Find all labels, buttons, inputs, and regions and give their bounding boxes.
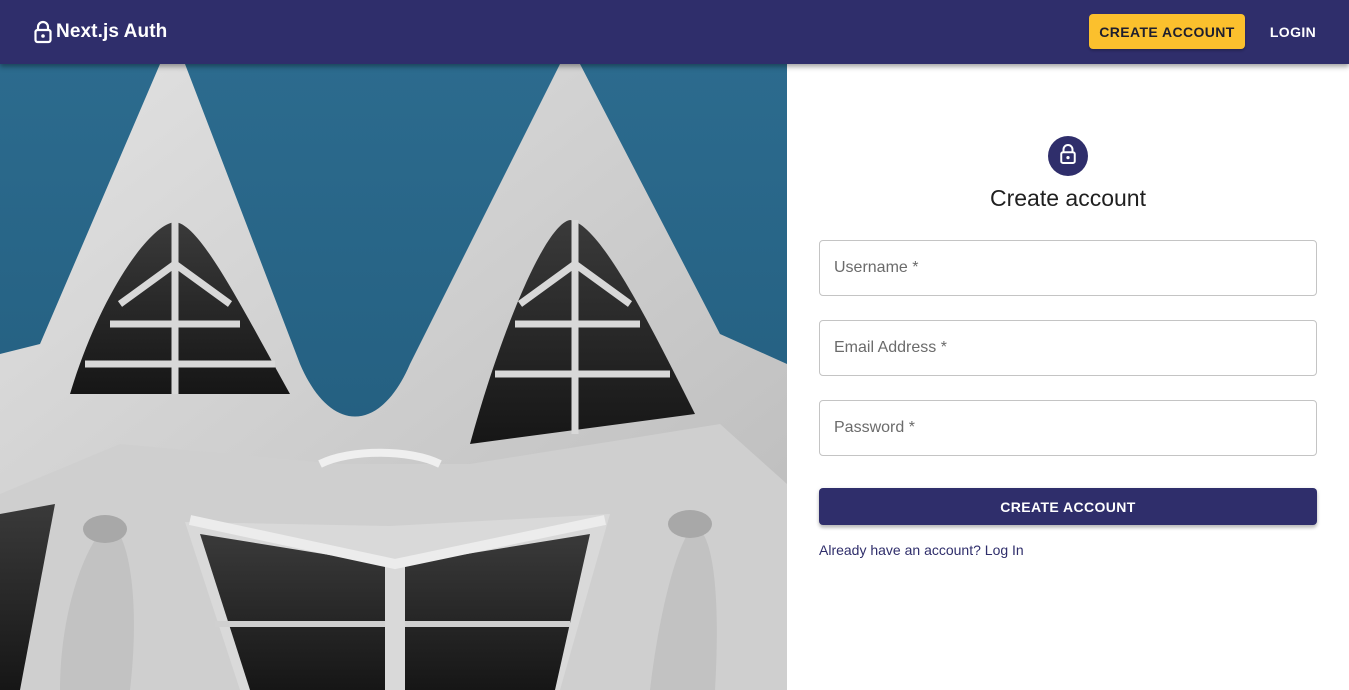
login-link[interactable]: Already have an account? Log In <box>819 542 1024 558</box>
lock-avatar <box>1048 136 1088 176</box>
hero-image <box>0 64 787 690</box>
login-nav-button[interactable]: LOGIN <box>1258 14 1328 49</box>
username-field[interactable] <box>819 240 1317 296</box>
create-account-nav-button[interactable]: CREATE ACCOUNT <box>1089 14 1245 49</box>
lock-icon <box>33 20 53 44</box>
password-field[interactable] <box>819 400 1317 456</box>
email-field[interactable] <box>819 320 1317 376</box>
form-title: Create account <box>990 185 1146 211</box>
app-bar: Next.js Auth CREATE ACCOUNT LOGIN <box>0 0 1349 64</box>
create-account-submit-button[interactable]: CREATE ACCOUNT <box>819 488 1317 525</box>
brand-title: Next.js Auth <box>56 21 168 42</box>
brand[interactable]: Next.js Auth <box>33 18 167 46</box>
lock-icon <box>1059 143 1077 170</box>
signup-form-panel: Create account CREATE ACCOUNT Already ha… <box>787 64 1349 690</box>
